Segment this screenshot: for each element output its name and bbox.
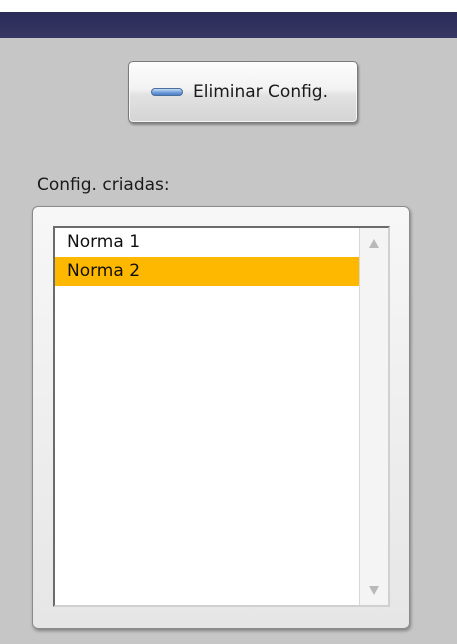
delete-config-label: Eliminar Config. [193, 82, 329, 102]
config-list-caption: Config. criadas: [37, 175, 170, 195]
list-item-norma-1[interactable]: Norma 1 [55, 228, 359, 257]
window-title-bar [0, 0, 457, 38]
delete-config-button[interactable]: Eliminar Config. [128, 61, 358, 123]
config-list-items: Norma 1 Norma 2 [55, 228, 359, 605]
title-bar-band [0, 12, 457, 38]
scroll-down-button[interactable] [360, 579, 388, 601]
list-item-norma-2[interactable]: Norma 2 [55, 257, 359, 286]
scroll-up-button[interactable] [360, 232, 388, 254]
config-list-frame: Norma 1 Norma 2 [32, 206, 410, 629]
triangle-up-icon [369, 238, 379, 248]
triangle-down-icon [369, 585, 379, 595]
vertical-scrollbar[interactable] [359, 228, 388, 605]
config-listbox[interactable]: Norma 1 Norma 2 [53, 226, 390, 607]
minus-bar-icon [151, 88, 183, 96]
